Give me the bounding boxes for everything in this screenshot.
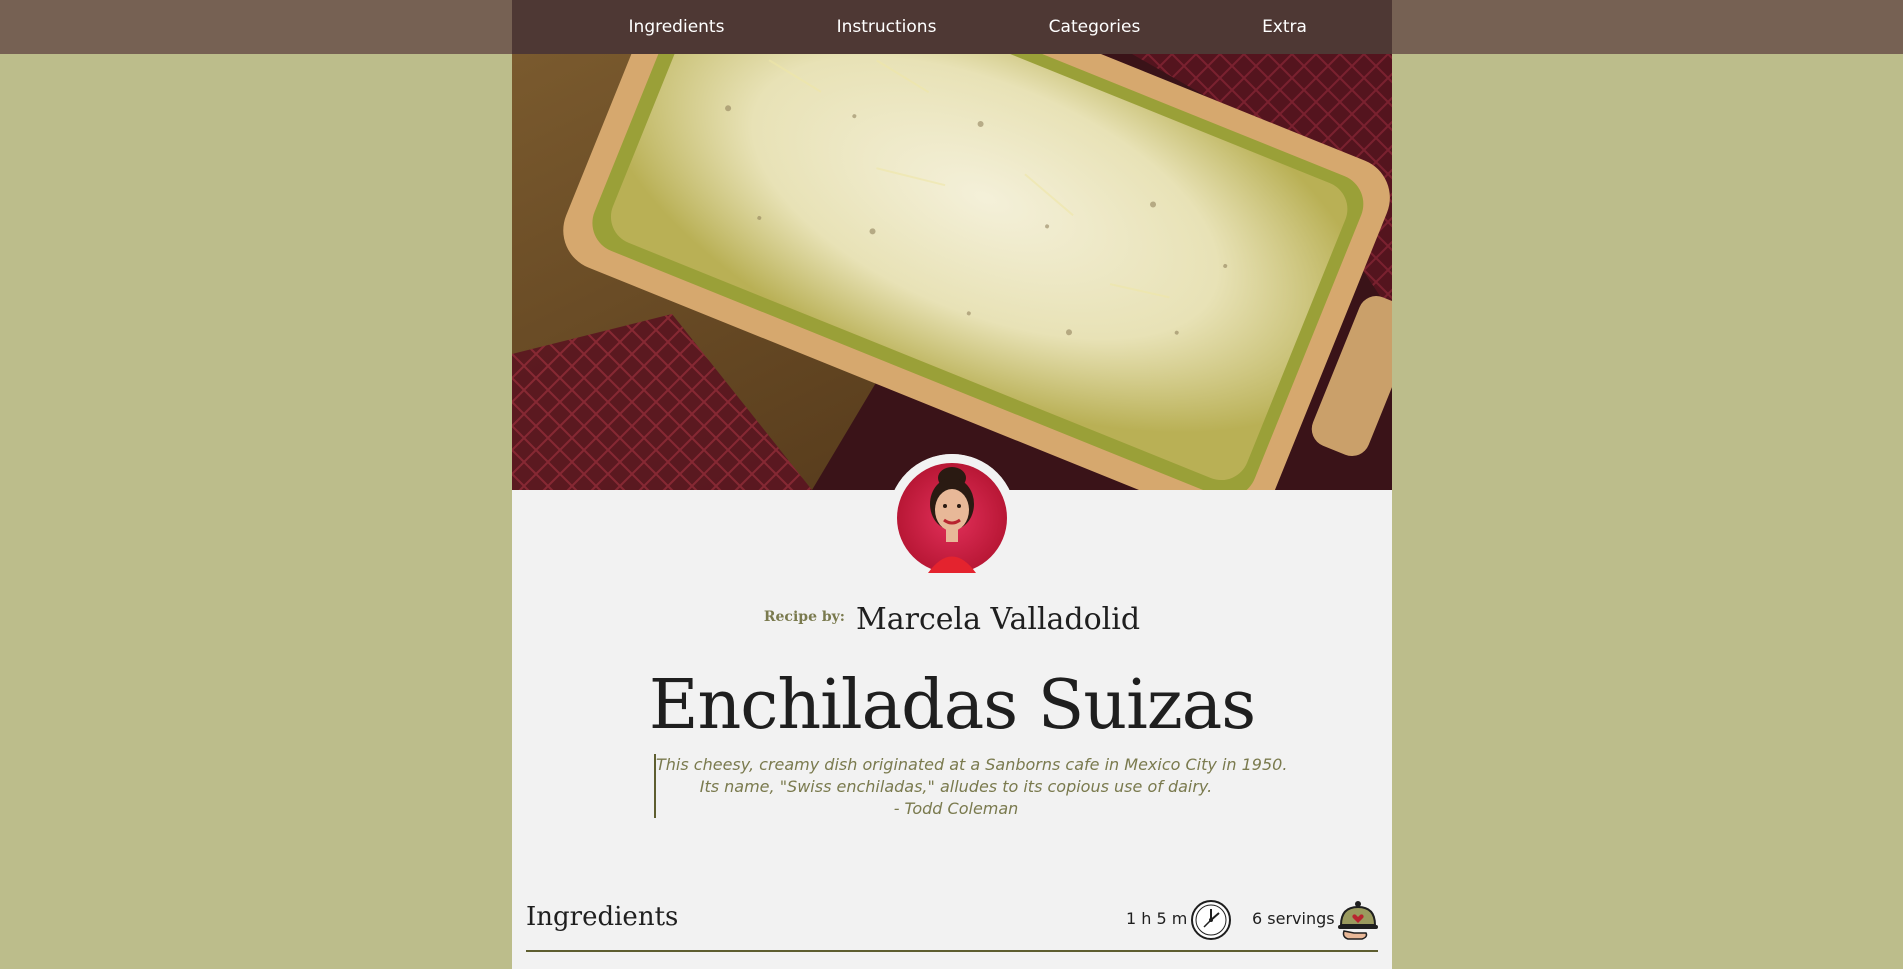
recipe-by-label: Recipe by: [763,609,845,625]
nav-extra[interactable]: Extra [1212,0,1357,54]
servings: 6 servings [1252,909,1335,928]
main-nav: Ingredients Instructions Categories Extr… [512,0,1392,54]
quote-line: This cheesy, creamy dish originated at a… [656,755,1288,774]
nav-categories[interactable]: Categories [1022,0,1167,54]
recipe-title: Enchiladas Suizas [648,666,1256,745]
recipe-hero-image [512,54,1392,490]
cloche-icon [1338,901,1378,940]
recipe-column: Recipe by: Marcela Valladolid Enchiladas… [512,54,1392,969]
nav-ingredients[interactable]: Ingredients [604,0,749,54]
section-divider [526,950,1378,952]
quote-attribution: - Todd Coleman [893,799,1019,818]
nav-instructions[interactable]: Instructions [814,0,959,54]
quote-line: Its name, "Swiss enchiladas," alludes to… [699,777,1213,796]
author-name[interactable]: Marcela Valladolid [856,602,1140,637]
clock-icon [1191,900,1231,940]
author-avatar[interactable] [888,454,1016,582]
total-time: 1 h 5 m [1126,909,1188,928]
ingredients-heading: Ingredients [526,902,679,932]
author-byline: Recipe by: Marcela Valladolid [512,602,1392,637]
recipe-quote: This cheesy, creamy dish originated at a… [654,754,1288,818]
